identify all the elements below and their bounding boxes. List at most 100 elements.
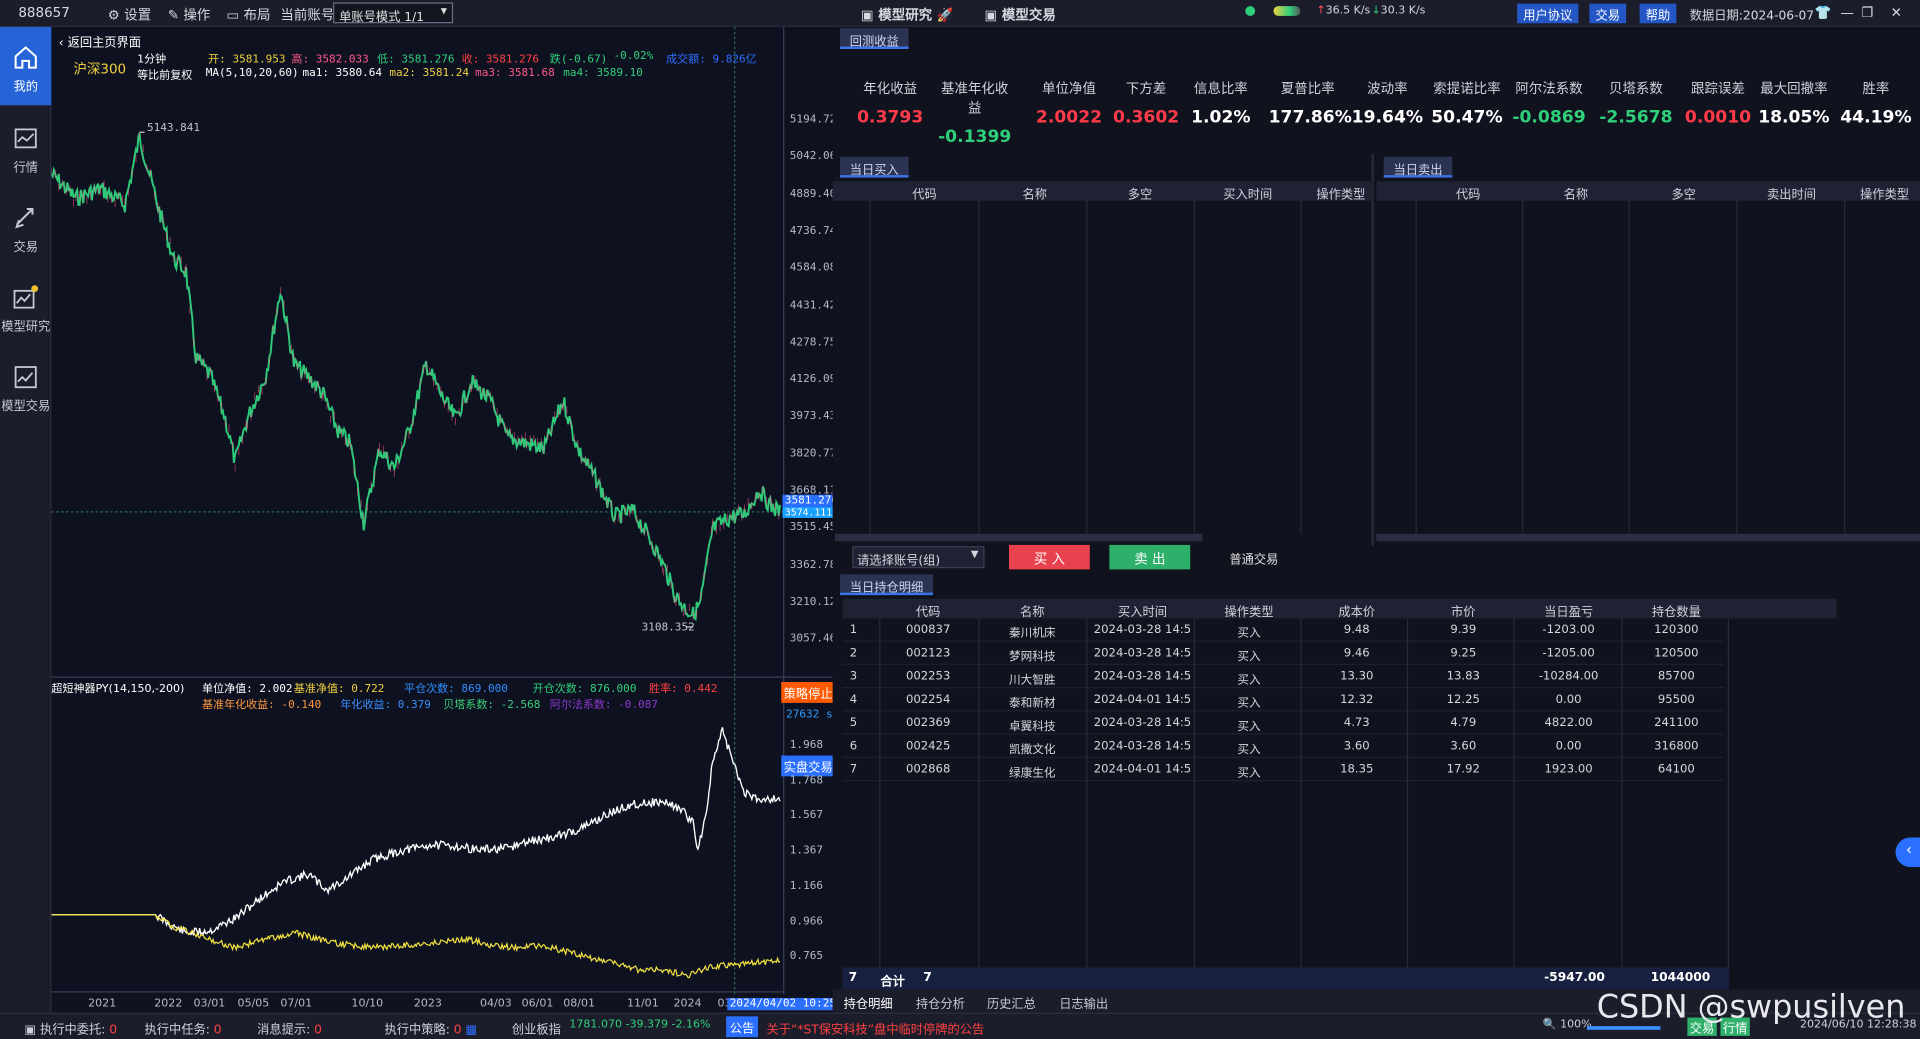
layout-menu[interactable]: ▭ 布局: [227, 5, 271, 25]
notice-text[interactable]: 关于“*ST保安科技”盘中临时停牌的公告: [767, 1019, 985, 1037]
x-tick-label: 04/03: [480, 997, 512, 1011]
layout-label: 布局: [243, 7, 271, 24]
buy-scrollbar[interactable]: [835, 533, 1203, 542]
x-tick-label: 2021: [88, 997, 117, 1011]
bottom-tab[interactable]: 持仓分析: [916, 993, 965, 1011]
sell-col-op: 操作类型: [1860, 188, 1909, 203]
signal-bar-icon: [1273, 6, 1301, 16]
sidebar-item-model-trade[interactable]: 模型交易: [0, 347, 51, 425]
collapse-panel-button[interactable]: ‹: [1895, 837, 1920, 867]
buy-col-code: 代码: [912, 188, 937, 203]
strategy-stop-button[interactable]: 策略停止: [781, 682, 836, 703]
zoom-slider[interactable]: [1586, 1026, 1661, 1030]
tab-backtest-returns[interactable]: 回测收益: [840, 28, 909, 49]
bottom-tab[interactable]: 历史汇总: [987, 993, 1036, 1011]
operate-menu[interactable]: ✎ 操作: [168, 5, 211, 25]
tab-positions[interactable]: 当日持仓明细: [840, 574, 934, 596]
buy-button[interactable]: 买 入: [1008, 544, 1090, 570]
table-row[interactable]: 1 000837 秦川机床 2024-03-28 14:5 买入 9.48 9.39 -120…: [842, 618, 1725, 642]
message-status[interactable]: 消息提示: 0: [257, 1019, 322, 1037]
account-mode-select[interactable]: 单账号模式 1/1 ▾: [333, 2, 454, 24]
unit-nav: 单位净值: 2.002: [202, 683, 293, 696]
sidebar-item-model-research[interactable]: 模型研究: [0, 267, 51, 345]
table-cell: 买入: [1237, 720, 1261, 734]
close-value: 收: 3581.276: [461, 53, 540, 67]
buy-col-time: 买入时间: [1223, 188, 1273, 203]
trade-icon: [15, 207, 34, 229]
tab-model-research-label: 模型研究: [878, 7, 933, 24]
pos-col-name: 名称: [1020, 606, 1045, 620]
close-icon[interactable]: ✕: [1891, 5, 1902, 21]
tab-model-trade[interactable]: ▣ 模型交易: [984, 5, 1055, 25]
price-chart[interactable]: [51, 26, 833, 995]
table-cell: 120500: [1654, 646, 1699, 661]
tab-today-sell[interactable]: 当日卖出: [1383, 156, 1453, 178]
table-cell: 2024-03-28 14:5: [1093, 646, 1192, 661]
download-speed-value: 30.3 K/s: [1380, 4, 1426, 18]
table-cell: 13.30: [1340, 669, 1374, 684]
metric-value: 2.0022: [1035, 107, 1103, 128]
skin-icon[interactable]: 👕: [1815, 5, 1832, 21]
metric-label: 单位净值: [1042, 80, 1096, 97]
metric-value: -2.5678: [1599, 107, 1673, 128]
sidebar-item-mine[interactable]: 我的: [0, 26, 52, 106]
maximize-icon[interactable]: ❐: [1861, 5, 1873, 21]
strategy-status[interactable]: 执行中策略: 0 ▦: [384, 1019, 477, 1037]
table-cell: 000837: [905, 623, 951, 637]
table-row[interactable]: 7 002868 绿康生化 2024-04-01 14:5 买入 18.35 17.92 19…: [842, 758, 1725, 782]
x-tick-label: 03/01: [193, 997, 226, 1011]
normal-trade-label[interactable]: 普通交易: [1229, 549, 1278, 566]
task-status[interactable]: 执行中任务: 0: [144, 1019, 221, 1037]
bottom-tab[interactable]: 日志输出: [1059, 993, 1108, 1011]
nav-tick-label: 1.567: [789, 809, 823, 823]
help-button[interactable]: 帮助: [1639, 3, 1677, 23]
x-tick-label: 05/05: [237, 997, 270, 1011]
beta-value: 贝塔系数: -2.568: [443, 699, 541, 712]
metric-value: 177.86%: [1268, 107, 1352, 128]
metric-label: 阿尔法系数: [1515, 80, 1583, 97]
table-cell: 9.25: [1450, 646, 1477, 661]
price-candles-up: [51, 131, 780, 620]
tab-today-buy[interactable]: 当日买入: [840, 156, 909, 178]
chart-panel[interactable]: ‹ 返回主页界面 沪深300 1分钟 等比前复权 开: 3581.953 高: …: [51, 26, 843, 1011]
left-sidebar: 我的 行情 交易 模型研究 模型交易: [0, 26, 52, 1013]
metric-value: 0.0010: [1684, 107, 1752, 128]
metric-item: 贝塔系数 -2.5678: [1597, 78, 1675, 128]
nav-tick-label: 1.968: [789, 739, 823, 752]
trade-button[interactable]: 交易: [1589, 3, 1627, 23]
tab-model-research[interactable]: ▣ 模型研究 🚀: [861, 5, 954, 25]
settings-menu[interactable]: ⚙ 设置: [108, 5, 151, 25]
table-cell: 2024-04-01 14:5: [1093, 693, 1192, 707]
sidebar-item-label: 模型研究: [1, 320, 51, 335]
period-label[interactable]: 1分钟: [137, 50, 166, 66]
today-buy-panel: 当日买入 代码 名称 多空 买入时间 操作类型: [832, 154, 1374, 547]
chevron-down-icon: ▾: [440, 4, 447, 19]
buy-col-op: 操作类型: [1316, 188, 1366, 203]
sidebar-item-trade[interactable]: 交易: [0, 187, 51, 265]
minimize-icon[interactable]: —: [1840, 5, 1853, 21]
user-agreement-button[interactable]: 用户协议: [1517, 3, 1579, 23]
table-row[interactable]: 3 002253 川大智胜 2024-03-28 14:5 买入 13.30 13.83 -1…: [842, 665, 1725, 689]
close-count: 平仓次数: 869.000: [404, 683, 508, 696]
table-row[interactable]: 5 002369 卓翼科技 2024-03-28 14:5 买入 4.73 4.79 4822…: [842, 711, 1725, 735]
sidebar-item-quote[interactable]: 行情: [0, 108, 51, 186]
rocket-icon: 🚀: [936, 7, 954, 24]
ma2-value: ma2: 3581.24: [389, 67, 470, 80]
table-cell: 买入: [1237, 766, 1261, 781]
zoom-control[interactable]: 🔍 100%: [1543, 1019, 1592, 1031]
table-row[interactable]: 2 002123 梦网科技 2024-03-28 14:5 买入 9.46 9.25 -120…: [842, 642, 1725, 665]
table-row[interactable]: 6 002425 凯撒文化 2024-03-28 14:5 买入 3.60 3.60 0.00…: [842, 735, 1725, 758]
account-select[interactable]: 请选择账号(组) ▼: [852, 546, 985, 569]
chevron-down-icon: ▼: [970, 548, 979, 560]
table-row[interactable]: 4 002254 泰和新材 2024-04-01 14:5 买入 12.32 12.25 0.…: [842, 688, 1725, 712]
back-to-home-link[interactable]: ‹ 返回主页界面: [59, 32, 141, 50]
adjust-label[interactable]: 等比前复权: [137, 66, 192, 82]
entrust-status[interactable]: ▣ 执行中委托: 0: [24, 1019, 117, 1037]
tab-model-trade-label: 模型交易: [1001, 7, 1056, 24]
live-trade-button[interactable]: 实盘交易: [781, 755, 836, 777]
metric-value: 0.3793: [857, 107, 924, 128]
table-cell: -10284.00: [1538, 669, 1599, 684]
bottom-tab[interactable]: 持仓明细: [844, 993, 893, 1011]
sell-button[interactable]: 卖 出: [1109, 544, 1191, 570]
sell-scrollbar[interactable]: [1376, 533, 1920, 542]
